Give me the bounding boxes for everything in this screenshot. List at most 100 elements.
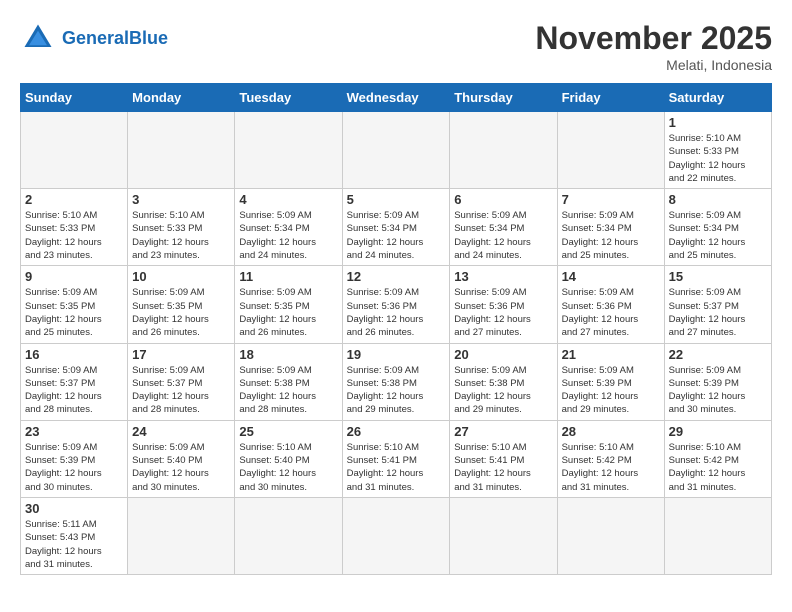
- day-17: 17 Sunrise: 5:09 AMSunset: 5:37 PMDaylig…: [128, 343, 235, 420]
- day-24: 24 Sunrise: 5:09 AMSunset: 5:40 PMDaylig…: [128, 420, 235, 497]
- day-info-28: Sunrise: 5:10 AMSunset: 5:42 PMDaylight:…: [562, 441, 660, 494]
- day-number-7: 7: [562, 192, 660, 207]
- day-info-8: Sunrise: 5:09 AMSunset: 5:34 PMDaylight:…: [669, 209, 767, 262]
- header-monday: Monday: [128, 84, 235, 112]
- day-number-9: 9: [25, 269, 123, 284]
- day-14: 14 Sunrise: 5:09 AMSunset: 5:36 PMDaylig…: [557, 266, 664, 343]
- header-saturday: Saturday: [664, 84, 771, 112]
- empty-cell: [557, 112, 664, 189]
- day-number-14: 14: [562, 269, 660, 284]
- day-20: 20 Sunrise: 5:09 AMSunset: 5:38 PMDaylig…: [450, 343, 557, 420]
- location-subtitle: Melati, Indonesia: [535, 57, 772, 73]
- logo-icon: [20, 20, 56, 56]
- day-1: 1 Sunrise: 5:10 AMSunset: 5:33 PMDayligh…: [664, 112, 771, 189]
- day-info-11: Sunrise: 5:09 AMSunset: 5:35 PMDaylight:…: [239, 286, 337, 339]
- day-info-27: Sunrise: 5:10 AMSunset: 5:41 PMDaylight:…: [454, 441, 552, 494]
- header-sunday: Sunday: [21, 84, 128, 112]
- day-27: 27 Sunrise: 5:10 AMSunset: 5:41 PMDaylig…: [450, 420, 557, 497]
- day-number-12: 12: [347, 269, 446, 284]
- day-info-14: Sunrise: 5:09 AMSunset: 5:36 PMDaylight:…: [562, 286, 660, 339]
- day-info-10: Sunrise: 5:09 AMSunset: 5:35 PMDaylight:…: [132, 286, 230, 339]
- day-info-18: Sunrise: 5:09 AMSunset: 5:38 PMDaylight:…: [239, 364, 337, 417]
- day-info-5: Sunrise: 5:09 AMSunset: 5:34 PMDaylight:…: [347, 209, 446, 262]
- day-number-29: 29: [669, 424, 767, 439]
- day-9: 9 Sunrise: 5:09 AMSunset: 5:35 PMDayligh…: [21, 266, 128, 343]
- day-10: 10 Sunrise: 5:09 AMSunset: 5:35 PMDaylig…: [128, 266, 235, 343]
- calendar-row-1: 1 Sunrise: 5:10 AMSunset: 5:33 PMDayligh…: [21, 112, 772, 189]
- day-number-22: 22: [669, 347, 767, 362]
- day-26: 26 Sunrise: 5:10 AMSunset: 5:41 PMDaylig…: [342, 420, 450, 497]
- day-number-18: 18: [239, 347, 337, 362]
- empty-cell: [128, 112, 235, 189]
- day-7: 7 Sunrise: 5:09 AMSunset: 5:34 PMDayligh…: [557, 189, 664, 266]
- day-info-13: Sunrise: 5:09 AMSunset: 5:36 PMDaylight:…: [454, 286, 552, 339]
- empty-cell: [342, 497, 450, 574]
- day-info-16: Sunrise: 5:09 AMSunset: 5:37 PMDaylight:…: [25, 364, 123, 417]
- day-number-16: 16: [25, 347, 123, 362]
- header-wednesday: Wednesday: [342, 84, 450, 112]
- day-number-21: 21: [562, 347, 660, 362]
- empty-cell: [235, 112, 342, 189]
- day-number-19: 19: [347, 347, 446, 362]
- day-4: 4 Sunrise: 5:09 AMSunset: 5:34 PMDayligh…: [235, 189, 342, 266]
- title-block: November 2025 Melati, Indonesia: [535, 20, 772, 73]
- calendar-row-3: 9 Sunrise: 5:09 AMSunset: 5:35 PMDayligh…: [21, 266, 772, 343]
- day-info-12: Sunrise: 5:09 AMSunset: 5:36 PMDaylight:…: [347, 286, 446, 339]
- day-number-17: 17: [132, 347, 230, 362]
- calendar-row-4: 16 Sunrise: 5:09 AMSunset: 5:37 PMDaylig…: [21, 343, 772, 420]
- day-info-21: Sunrise: 5:09 AMSunset: 5:39 PMDaylight:…: [562, 364, 660, 417]
- day-info-2: Sunrise: 5:10 AMSunset: 5:33 PMDaylight:…: [25, 209, 123, 262]
- day-info-4: Sunrise: 5:09 AMSunset: 5:34 PMDaylight:…: [239, 209, 337, 262]
- logo-general: General: [62, 28, 129, 48]
- day-6: 6 Sunrise: 5:09 AMSunset: 5:34 PMDayligh…: [450, 189, 557, 266]
- day-29: 29 Sunrise: 5:10 AMSunset: 5:42 PMDaylig…: [664, 420, 771, 497]
- day-number-5: 5: [347, 192, 446, 207]
- empty-cell: [21, 112, 128, 189]
- day-21: 21 Sunrise: 5:09 AMSunset: 5:39 PMDaylig…: [557, 343, 664, 420]
- day-number-8: 8: [669, 192, 767, 207]
- header-friday: Friday: [557, 84, 664, 112]
- day-number-11: 11: [239, 269, 337, 284]
- day-info-19: Sunrise: 5:09 AMSunset: 5:38 PMDaylight:…: [347, 364, 446, 417]
- day-19: 19 Sunrise: 5:09 AMSunset: 5:38 PMDaylig…: [342, 343, 450, 420]
- day-info-7: Sunrise: 5:09 AMSunset: 5:34 PMDaylight:…: [562, 209, 660, 262]
- page-header: GeneralBlue November 2025 Melati, Indone…: [20, 20, 772, 73]
- empty-cell: [342, 112, 450, 189]
- day-info-29: Sunrise: 5:10 AMSunset: 5:42 PMDaylight:…: [669, 441, 767, 494]
- day-3: 3 Sunrise: 5:10 AMSunset: 5:33 PMDayligh…: [128, 189, 235, 266]
- day-number-24: 24: [132, 424, 230, 439]
- day-13: 13 Sunrise: 5:09 AMSunset: 5:36 PMDaylig…: [450, 266, 557, 343]
- logo: GeneralBlue: [20, 20, 168, 56]
- day-23: 23 Sunrise: 5:09 AMSunset: 5:39 PMDaylig…: [21, 420, 128, 497]
- day-18: 18 Sunrise: 5:09 AMSunset: 5:38 PMDaylig…: [235, 343, 342, 420]
- day-25: 25 Sunrise: 5:10 AMSunset: 5:40 PMDaylig…: [235, 420, 342, 497]
- day-15: 15 Sunrise: 5:09 AMSunset: 5:37 PMDaylig…: [664, 266, 771, 343]
- day-info-23: Sunrise: 5:09 AMSunset: 5:39 PMDaylight:…: [25, 441, 123, 494]
- day-info-30: Sunrise: 5:11 AMSunset: 5:43 PMDaylight:…: [25, 518, 123, 571]
- day-info-1: Sunrise: 5:10 AMSunset: 5:33 PMDaylight:…: [669, 132, 767, 185]
- day-5: 5 Sunrise: 5:09 AMSunset: 5:34 PMDayligh…: [342, 189, 450, 266]
- empty-cell: [235, 497, 342, 574]
- day-number-27: 27: [454, 424, 552, 439]
- day-number-23: 23: [25, 424, 123, 439]
- day-number-13: 13: [454, 269, 552, 284]
- day-8: 8 Sunrise: 5:09 AMSunset: 5:34 PMDayligh…: [664, 189, 771, 266]
- day-info-24: Sunrise: 5:09 AMSunset: 5:40 PMDaylight:…: [132, 441, 230, 494]
- calendar-table: Sunday Monday Tuesday Wednesday Thursday…: [20, 83, 772, 575]
- empty-cell: [450, 497, 557, 574]
- day-16: 16 Sunrise: 5:09 AMSunset: 5:37 PMDaylig…: [21, 343, 128, 420]
- calendar-row-6: 30 Sunrise: 5:11 AMSunset: 5:43 PMDaylig…: [21, 497, 772, 574]
- day-number-28: 28: [562, 424, 660, 439]
- day-number-10: 10: [132, 269, 230, 284]
- day-number-26: 26: [347, 424, 446, 439]
- day-number-1: 1: [669, 115, 767, 130]
- day-info-25: Sunrise: 5:10 AMSunset: 5:40 PMDaylight:…: [239, 441, 337, 494]
- day-12: 12 Sunrise: 5:09 AMSunset: 5:36 PMDaylig…: [342, 266, 450, 343]
- empty-cell: [557, 497, 664, 574]
- day-30: 30 Sunrise: 5:11 AMSunset: 5:43 PMDaylig…: [21, 497, 128, 574]
- calendar-row-5: 23 Sunrise: 5:09 AMSunset: 5:39 PMDaylig…: [21, 420, 772, 497]
- day-number-30: 30: [25, 501, 123, 516]
- day-info-6: Sunrise: 5:09 AMSunset: 5:34 PMDaylight:…: [454, 209, 552, 262]
- day-number-15: 15: [669, 269, 767, 284]
- day-number-2: 2: [25, 192, 123, 207]
